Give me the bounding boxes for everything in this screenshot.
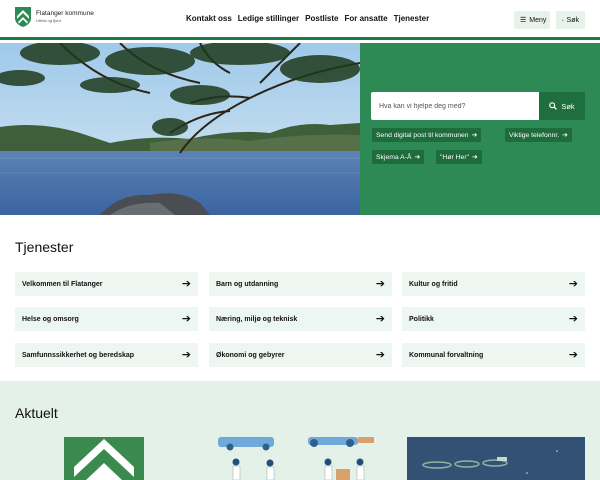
logo-link[interactable]: Flatanger kommune Utfrist og fjord	[15, 7, 94, 27]
hero: Søk Send digital post til kommunen ➔ Vik…	[0, 43, 600, 215]
service-tile-label: Økonomi og gebyrer	[216, 351, 285, 359]
nav-kontakt-oss[interactable]: Kontakt oss	[186, 14, 232, 23]
service-tile-label: Helse og omsorg	[22, 315, 79, 323]
service-tile-label: Politikk	[409, 315, 434, 323]
header-search-button[interactable]: Søk	[556, 11, 585, 29]
quick-link-label: Send digital post til kommunen	[376, 131, 469, 139]
quick-link-label: Viktige telefonnr.	[509, 131, 560, 139]
service-tile-label: Kultur og fritid	[409, 280, 458, 288]
hero-search-panel: Søk Send digital post til kommunen ➔ Vik…	[360, 43, 600, 215]
service-tile-label: Barn og utdanning	[216, 280, 279, 288]
logo-name: Flatanger kommune	[36, 10, 94, 17]
quick-link-skjema[interactable]: Skjema A-Å ➔	[372, 150, 425, 164]
hamburger-icon: ☰	[520, 17, 527, 24]
service-tile-label: Velkommen til Flatanger	[22, 280, 103, 288]
quick-link-digital-post[interactable]: Send digital post til kommunen ➔	[372, 128, 482, 142]
service-tile-kommunal-forvaltning[interactable]: Kommunal forvaltning ➔	[402, 343, 585, 367]
nav-ledige-stillinger[interactable]: Ledige stillinger	[238, 14, 299, 23]
coat-of-arms-icon	[15, 7, 31, 27]
search-field[interactable]	[371, 92, 539, 120]
service-tile-kultur-fritid[interactable]: Kultur og fritid ➔	[402, 272, 585, 296]
service-tile-politikk[interactable]: Politikk ➔	[402, 307, 585, 331]
quick-link-label: "Hør Her"	[440, 153, 469, 161]
arrow-right-icon: ➔	[568, 348, 578, 361]
quick-link-label: Skjema A-Å	[376, 153, 412, 161]
service-tile-velkommen[interactable]: Velkommen til Flatanger ➔	[15, 272, 198, 296]
service-tile-naering[interactable]: Næring, miljø og teknisk ➔	[209, 307, 392, 331]
arrow-right-icon: ➔	[181, 348, 191, 361]
aktuelt-section: Aktuelt	[0, 381, 600, 480]
service-tile-okonomi[interactable]: Økonomi og gebyrer ➔	[209, 343, 392, 367]
header-search-label: Søk	[566, 16, 579, 24]
service-tile-label: Næring, miljø og teknisk	[216, 315, 298, 323]
hero-landscape-photo	[0, 43, 360, 215]
search-input[interactable]	[371, 92, 539, 120]
arrow-right-icon: ➔	[472, 154, 478, 161]
news-card-illustration-image[interactable]	[210, 437, 380, 480]
service-tile-label: Samfunnssikkerhet og beredskap	[22, 351, 135, 359]
magnifier-icon	[549, 102, 558, 110]
news-card-fish-farm-photo[interactable]	[407, 437, 585, 480]
arrow-right-icon: ➔	[375, 277, 385, 290]
aktuelt-title: Aktuelt	[15, 405, 58, 421]
service-tile-samfunnssikkerhet[interactable]: Samfunnssikkerhet og beredskap ➔	[15, 343, 198, 367]
service-tile-helse-omsorg[interactable]: Helse og omsorg ➔	[15, 307, 198, 331]
service-tile-label: Kommunal forvaltning	[409, 351, 484, 359]
quick-link-telefonnr[interactable]: Viktige telefonnr. ➔	[505, 128, 572, 142]
search-submit-button[interactable]: Søk	[539, 92, 585, 120]
arrow-right-icon: ➔	[562, 132, 568, 139]
arrow-right-icon: ➔	[375, 312, 385, 325]
arrow-right-icon: ➔	[568, 312, 578, 325]
arrow-right-icon: ➔	[471, 132, 478, 139]
site-header: Flatanger kommune Utfrist og fjord Konta…	[0, 0, 600, 40]
arrow-right-icon: ➔	[568, 277, 578, 290]
nav-tjenester[interactable]: Tjenester	[394, 14, 430, 23]
arrow-right-icon: ➔	[181, 312, 191, 325]
news-card-coat-of-arms-image[interactable]	[64, 437, 144, 480]
search-submit-label: Søk	[561, 101, 575, 111]
menu-button[interactable]: ☰ Meny	[514, 11, 550, 29]
arrow-right-icon: ➔	[181, 277, 191, 290]
arrow-right-icon: ➔	[414, 154, 421, 161]
main-nav: Kontakt oss Ledige stillinger Postliste …	[186, 14, 435, 23]
logo-tagline: Utfrist og fjord	[36, 18, 61, 23]
menu-button-label: Meny	[529, 16, 547, 24]
tjenester-title: Tjenester	[15, 239, 74, 255]
nav-for-ansatte[interactable]: For ansatte	[344, 14, 387, 23]
arrow-right-icon: ➔	[375, 348, 385, 361]
quick-link-hor-her[interactable]: "Hør Her" ➔	[436, 150, 482, 164]
magnifier-icon	[562, 19, 564, 21]
service-tile-barn-utdanning[interactable]: Barn og utdanning ➔	[209, 272, 392, 296]
nav-postliste[interactable]: Postliste	[305, 14, 338, 23]
